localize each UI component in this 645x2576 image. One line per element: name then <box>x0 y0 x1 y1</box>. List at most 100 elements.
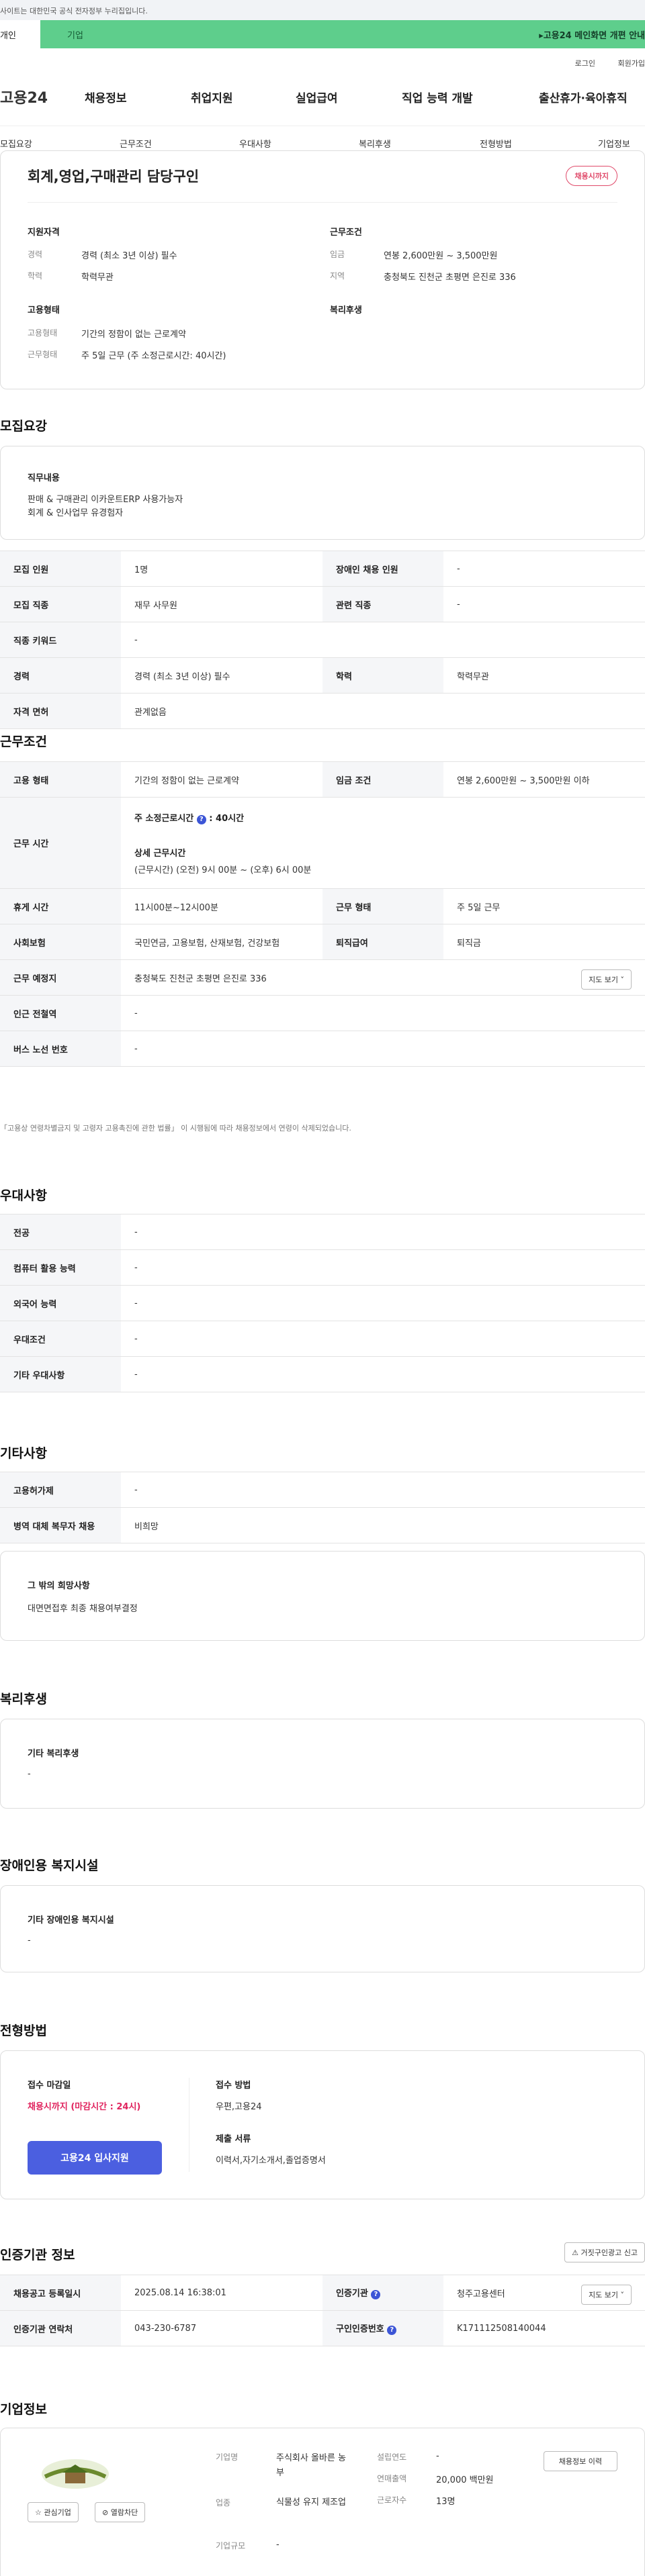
notice-ticker[interactable]: ▸고용24 메인화면 개편 안내 <box>539 28 645 41</box>
disabled-box: 기타 장애인용 복지시설 - <box>0 1885 645 1972</box>
tab-company[interactable]: 기업 <box>67 28 83 41</box>
method-value: 우편,고용24 <box>216 2102 262 2112</box>
pref-title: 우대사항 <box>0 1188 47 1203</box>
table-row: 우대조건 - <box>0 1321 645 1357</box>
edu-value: 학력무관 <box>81 273 114 283</box>
gnb-item-jobs[interactable]: 채용정보 <box>85 89 127 105</box>
cell-key: 인증기관 연락처 <box>0 2310 121 2346</box>
table-row: 근무 시간 주 소정근로시간 ? : 40시간 상세 근무시간 (근무시간) (… <box>0 797 645 889</box>
block-button[interactable]: ⊘ 열람차단 <box>95 2502 146 2522</box>
tab-work[interactable]: 근무조건 <box>120 137 152 150</box>
emp-type-label: 고용형태 <box>28 328 58 338</box>
tab-recruit[interactable]: 모집요강 <box>0 137 32 150</box>
cell-value: - <box>121 1031 645 1067</box>
cell-key: 근무 시간 <box>0 797 121 889</box>
duty-line: 회계 & 인사업무 유경험자 <box>28 508 124 518</box>
table-row: 기타 우대사항 - <box>0 1356 645 1392</box>
info-icon[interactable]: ? <box>387 2326 397 2335</box>
signup-link[interactable]: 회원가입 <box>618 59 645 68</box>
info-icon[interactable]: ? <box>371 2290 381 2299</box>
cell-key: 직종 키워드 <box>0 622 121 658</box>
place-value: 충청북도 진천군 초평면 은진로 336 <box>134 973 267 984</box>
cell-key: 고용 형태 <box>0 761 121 798</box>
table-row: 근무 예정지 충청북도 진천군 초평면 은진로 336 지도 보기 ˅ <box>0 959 645 996</box>
work-form-label: 근무형태 <box>28 350 58 359</box>
cell-key: 모집 직종 <box>0 586 121 622</box>
table-row: 사회보험 국민연금, 고용보험, 산재보험, 건강보험 퇴직급여 퇴직금 <box>0 924 645 960</box>
table-row: 고용 형태 기간의 정함이 없는 근로계약 임금 조건 연봉 2,600만원 ~ 3… <box>0 761 645 798</box>
cell-value: 청주고용센터 지도 보기 ˅ <box>443 2275 645 2311</box>
deadline-value: 채용시까지 (마감시간 : 24시) <box>28 2102 141 2112</box>
qual-heading: 지원자격 <box>28 228 60 238</box>
career-label: 경력 <box>28 250 43 259</box>
cell-key: 근무 예정지 <box>0 959 121 996</box>
cell-key: 모집 인원 <box>0 551 121 587</box>
apply-button[interactable]: 고용24 입사지원 <box>28 2141 162 2175</box>
hours-main-label: 주 소정근로시간 <box>134 813 194 824</box>
name-value: 주식회사 올바른 농부 <box>276 2453 346 2478</box>
sales-label: 연매출액 <box>377 2474 407 2483</box>
table-row: 직종 키워드 - <box>0 622 645 658</box>
company-title: 기업정보 <box>0 2402 47 2417</box>
cell-value: - <box>121 1214 645 1250</box>
table-row: 인증기관 연락처 043-230-6787 구인인증번호 ? K171112508… <box>0 2310 645 2346</box>
gnb-item-benefit[interactable]: 실업급여 <box>296 89 338 105</box>
map-button[interactable]: 지도 보기 ˅ <box>581 2285 632 2305</box>
cell-value: 비희망 <box>121 1507 645 1543</box>
company-logo <box>38 2456 112 2491</box>
block-icon: ⊘ <box>102 2508 109 2517</box>
gnb-item-leave[interactable]: 출산휴가·육아휴직 <box>539 89 628 105</box>
recruit-table: 모집 인원 1명 장애인 채용 인원 - 모집 직종 재무 사무원 관련 직종 - 직종… <box>0 551 645 729</box>
tab-process[interactable]: 전형방법 <box>480 137 512 150</box>
table-row: 휴게 시간 11시00분~12시00분 근무 형태 주 5일 근무 <box>0 888 645 924</box>
industry-label: 업종 <box>216 2498 231 2508</box>
table-row: 컴퓨터 활용 능력 - <box>0 1249 645 1286</box>
tab-company-info[interactable]: 기업정보 <box>598 137 630 150</box>
cell-key: 기타 우대사항 <box>0 1356 121 1392</box>
history-button[interactable]: 채용정보 이력 <box>543 2451 617 2471</box>
tab-individual[interactable]: 개인 <box>0 20 40 48</box>
age-note: 「고용상 연령차별금지 및 고령자 고용촉진에 관한 법률」 이 시행됨에 따라… <box>0 1124 351 1133</box>
size-label: 기업규모 <box>216 2541 246 2550</box>
fav-button[interactable]: ☆ 관심기업 <box>28 2502 79 2522</box>
benefit-title: 복리후생 <box>0 1692 47 1707</box>
cell-value: 연봉 2,600만원 ~ 3,500만원 이하 <box>443 761 645 798</box>
docs-value: 이력서,자기소개서,졸업증명서 <box>216 2156 326 2166</box>
wage-value: 연봉 2,600만원 ~ 3,500만원 <box>384 251 498 261</box>
cell-key: 자격 면허 <box>0 693 121 729</box>
gnb-item-support[interactable]: 취업지원 <box>191 89 233 105</box>
table-row: 고용허가제 - <box>0 1472 645 1508</box>
report-button[interactable]: ⚠ 거짓구인광고 신고 <box>564 2242 645 2262</box>
hours-main-value: 40시간 <box>216 813 245 824</box>
login-link[interactable]: 로그인 <box>575 59 595 68</box>
cell-key: 채용공고 등록일시 <box>0 2275 121 2311</box>
star-icon: ☆ <box>35 2508 42 2517</box>
work-title: 근무조건 <box>0 734 47 749</box>
cell-value: - <box>121 1285 645 1321</box>
hours-detail-label: 상세 근무시간 <box>134 848 186 859</box>
job-summary-card: 회계,영업,구매관리 담당구인 채용시까지 지원자격 경력 경력 (최소 3년 … <box>0 150 645 389</box>
cell-value: - <box>121 622 645 658</box>
tab-welfare[interactable]: 복리후생 <box>359 137 391 150</box>
cert-title: 인증기관 정보 <box>0 2248 75 2262</box>
cell-key: 고용허가제 <box>0 1472 121 1508</box>
wage-label: 임금 <box>330 250 345 259</box>
table-row: 버스 노선 번호 - <box>0 1031 645 1067</box>
site-logo[interactable]: 고용24 <box>0 86 48 107</box>
cell-key: 전공 <box>0 1214 121 1250</box>
gnb-item-training[interactable]: 직업 능력 개발 <box>402 89 473 105</box>
info-icon[interactable]: ? <box>196 814 206 824</box>
region-value: 충청북도 진천군 초평면 은진로 336 <box>384 273 516 283</box>
tab-pref[interactable]: 우대사항 <box>239 137 271 150</box>
gov-notice-bar: 사이트는 대한민국 공식 전자정부 누리집입니다. <box>0 0 645 20</box>
cell-key: 임금 조건 <box>322 761 443 798</box>
cell-value: 재무 사무원 <box>121 586 322 622</box>
cell-value: - <box>121 1472 645 1508</box>
cell-value: 11시00분~12시00분 <box>121 888 322 924</box>
emp-type-value: 기간의 정함이 없는 근로계약 <box>81 330 186 340</box>
name-label: 기업명 <box>216 2452 239 2462</box>
benefit-box: 기타 복리후생 - <box>0 1719 645 1809</box>
cell-value: 관계없음 <box>121 693 645 729</box>
map-button[interactable]: 지도 보기 ˅ <box>581 969 632 990</box>
cell-key: 사회보험 <box>0 924 121 960</box>
